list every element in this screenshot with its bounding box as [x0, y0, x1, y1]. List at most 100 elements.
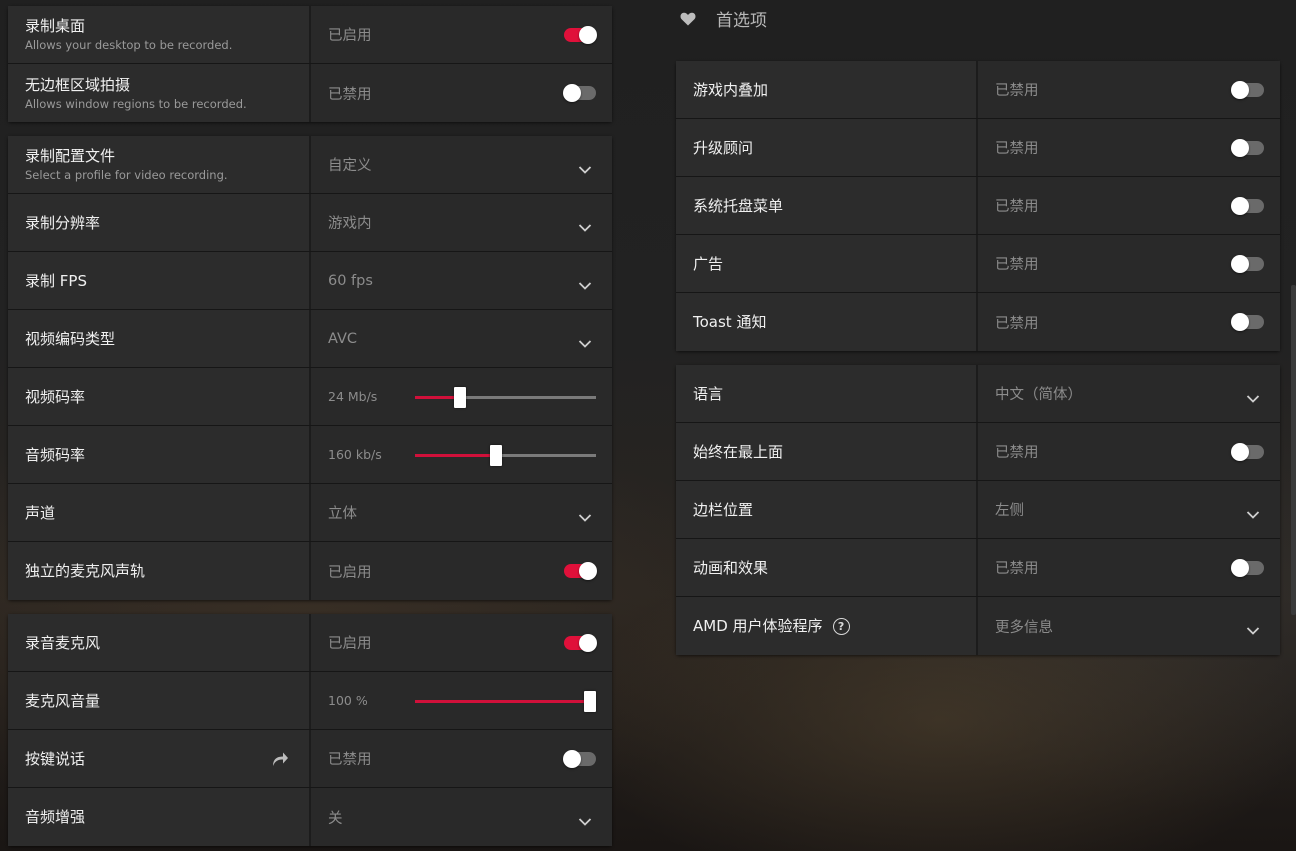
- setting-row[interactable]: Toast 通知 已禁用: [676, 293, 1280, 351]
- setting-row[interactable]: 录制分辨率 游戏内: [8, 194, 612, 252]
- setting-value-cell[interactable]: 已禁用: [978, 119, 1280, 176]
- setting-row[interactable]: 声道 立体: [8, 484, 612, 542]
- setting-label-text: 视频编码类型: [25, 329, 116, 348]
- setting-label-cell: 音频码率: [8, 426, 311, 483]
- toggle-switch[interactable]: [1231, 80, 1264, 99]
- chevron-down-icon[interactable]: [578, 160, 592, 174]
- share-arrow-icon[interactable]: [271, 750, 289, 768]
- toggle-switch[interactable]: [564, 633, 597, 652]
- toggle-switch[interactable]: [563, 84, 596, 102]
- setting-row[interactable]: 录制桌面 Allows your desktop to be recorded. 已…: [8, 6, 612, 64]
- toggle-switch[interactable]: [1231, 442, 1264, 461]
- help-icon[interactable]: ?: [832, 618, 850, 635]
- setting-row[interactable]: 无边框区域拍摄 Allows window regions to be recor…: [8, 64, 612, 122]
- slider-track[interactable]: [415, 690, 596, 712]
- chevron-down-icon[interactable]: [578, 812, 592, 826]
- setting-label: 游戏内叠加: [693, 81, 976, 99]
- setting-row[interactable]: 视频码率 24 Mb/s: [8, 368, 612, 426]
- setting-row[interactable]: 广告 已禁用: [676, 235, 1280, 293]
- setting-value-cell[interactable]: 已禁用: [978, 61, 1280, 118]
- setting-value: 160 kb/s: [328, 447, 382, 462]
- setting-row[interactable]: 麦克风音量 100 %: [8, 672, 612, 730]
- setting-row[interactable]: 语言 中文（简体）: [676, 365, 1280, 423]
- setting-value-cell[interactable]: 中文（简体）: [978, 365, 1280, 422]
- setting-value-cell[interactable]: 已禁用: [978, 235, 1280, 292]
- setting-label-cell: 系统托盘菜单: [676, 177, 978, 234]
- slider-thumb[interactable]: [584, 690, 596, 712]
- setting-row[interactable]: 系统托盘菜单 已禁用: [676, 177, 1280, 235]
- setting-row[interactable]: 按键说话 已禁用: [8, 730, 612, 788]
- setting-value-cell[interactable]: AVC: [311, 310, 612, 367]
- setting-value-cell[interactable]: 自定义: [311, 136, 612, 193]
- toggle-knob: [1231, 254, 1249, 273]
- setting-value-cell[interactable]: 关: [311, 788, 612, 846]
- toggle-switch[interactable]: [563, 749, 596, 768]
- chevron-down-icon[interactable]: [578, 276, 592, 290]
- setting-row[interactable]: 录音麦克风 已启用: [8, 614, 612, 672]
- setting-value-cell[interactable]: 100 %: [311, 672, 612, 729]
- setting-row[interactable]: 边栏位置 左侧: [676, 481, 1280, 539]
- setting-label: 动画和效果: [693, 559, 976, 577]
- chevron-down-icon[interactable]: [1246, 505, 1260, 519]
- setting-row[interactable]: 录制配置文件 Select a profile for video recordi…: [8, 136, 612, 194]
- setting-value-cell[interactable]: 60 fps: [311, 252, 612, 309]
- chevron-down-icon[interactable]: [578, 334, 592, 348]
- setting-label-text: 音频增强: [25, 808, 86, 826]
- setting-value-cell[interactable]: 已禁用: [978, 539, 1280, 596]
- setting-value-cell[interactable]: 已禁用: [311, 730, 612, 787]
- setting-label-text: 始终在最上面: [693, 442, 784, 461]
- setting-value-cell[interactable]: 已禁用: [978, 293, 1280, 351]
- setting-row[interactable]: 录制 FPS 60 fps: [8, 252, 612, 310]
- setting-value-cell[interactable]: 已禁用: [978, 177, 1280, 234]
- setting-row[interactable]: 音频增强 关: [8, 788, 612, 846]
- setting-value-cell[interactable]: 已禁用: [311, 64, 612, 122]
- chevron-down-icon[interactable]: [578, 508, 592, 522]
- setting-label: 视频编码类型: [25, 330, 309, 348]
- setting-row[interactable]: 视频编码类型 AVC: [8, 310, 612, 368]
- setting-value-cell[interactable]: 立体: [311, 484, 612, 541]
- toggle-switch[interactable]: [564, 562, 597, 580]
- setting-row[interactable]: 音频码率 160 kb/s: [8, 426, 612, 484]
- chevron-down-icon[interactable]: [1246, 621, 1260, 635]
- setting-value-cell[interactable]: 已禁用: [978, 423, 1280, 480]
- setting-value-cell[interactable]: 已启用: [311, 6, 612, 63]
- chevron-down-icon[interactable]: [578, 218, 592, 232]
- toggle-knob: [1231, 196, 1249, 215]
- setting-value-cell[interactable]: 游戏内: [311, 194, 612, 251]
- setting-value-cell[interactable]: 左侧: [978, 481, 1280, 538]
- toggle-switch[interactable]: [1231, 558, 1264, 577]
- toggle-switch[interactable]: [1231, 196, 1264, 215]
- desktop-capture-group: 录制桌面 Allows your desktop to be recorded. 已…: [8, 6, 612, 122]
- setting-label: 音频码率: [25, 446, 309, 464]
- setting-row[interactable]: 游戏内叠加 已禁用: [676, 61, 1280, 119]
- setting-value: 24 Mb/s: [328, 389, 378, 404]
- setting-value-cell[interactable]: 24 Mb/s: [311, 368, 612, 425]
- setting-value-cell[interactable]: 已启用: [311, 542, 612, 600]
- setting-row[interactable]: 始终在最上面 已禁用: [676, 423, 1280, 481]
- slider-fill: [415, 699, 596, 703]
- setting-row[interactable]: 动画和效果 已禁用: [676, 539, 1280, 597]
- setting-row[interactable]: 升级顾问 已禁用: [676, 119, 1280, 177]
- scrollbar[interactable]: [1291, 285, 1296, 615]
- setting-row[interactable]: AMD 用户体验程序? 更多信息: [676, 597, 1280, 655]
- slider-thumb[interactable]: [454, 386, 467, 408]
- setting-row[interactable]: 独立的麦克风声轨 已启用: [8, 542, 612, 600]
- setting-value-cell[interactable]: 更多信息: [978, 597, 1280, 655]
- setting-label: 录制桌面: [25, 17, 309, 35]
- setting-value-cell[interactable]: 已启用: [311, 614, 612, 671]
- setting-label-text: 录制桌面: [25, 17, 86, 35]
- slider-track[interactable]: [415, 444, 596, 466]
- preferences-title: 首选项: [716, 11, 767, 31]
- setting-label-cell: 音频增强: [8, 788, 311, 846]
- toggle-switch[interactable]: [1231, 138, 1264, 157]
- setting-value-cell[interactable]: 160 kb/s: [311, 426, 612, 483]
- setting-label-cell: 广告: [676, 235, 978, 292]
- slider-track[interactable]: [415, 386, 596, 408]
- setting-label-cell: 录制桌面 Allows your desktop to be recorded.: [8, 6, 311, 63]
- chevron-down-icon[interactable]: [1246, 389, 1260, 403]
- toggle-switch[interactable]: [1231, 254, 1264, 273]
- toggle-switch[interactable]: [564, 25, 597, 44]
- slider-thumb[interactable]: [490, 444, 503, 466]
- toggle-switch[interactable]: [1231, 313, 1264, 331]
- setting-value: 已启用: [328, 28, 372, 44]
